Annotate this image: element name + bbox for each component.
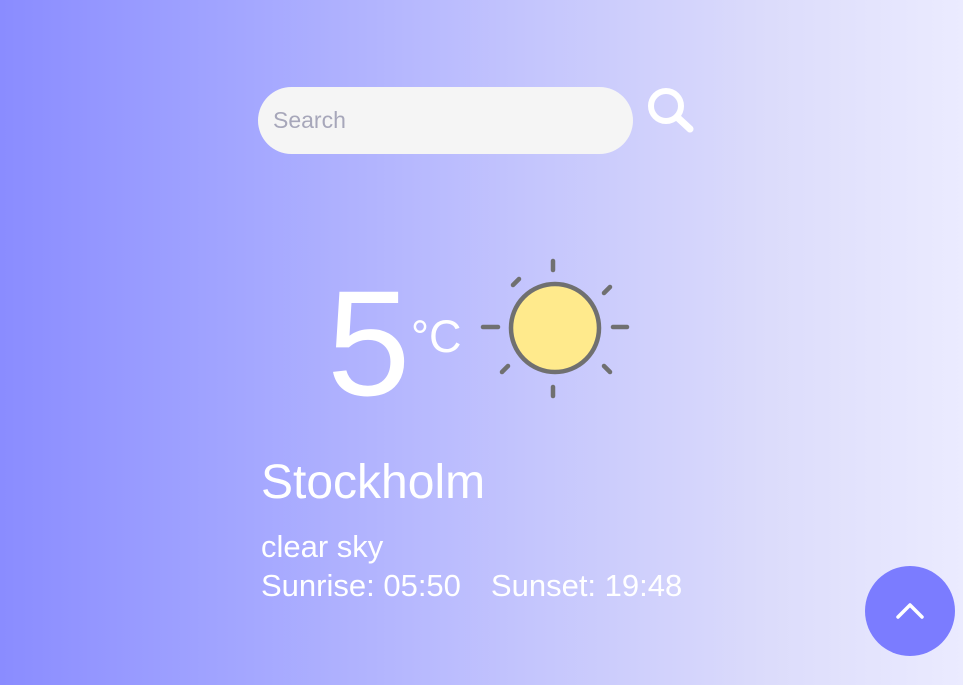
temperature-value: 5 <box>327 259 410 427</box>
search-button[interactable] <box>645 86 697 136</box>
temperature-unit: °C <box>411 311 462 362</box>
scroll-to-top-button[interactable] <box>865 566 955 656</box>
sunset-time: Sunset: 19:48 <box>490 568 683 603</box>
weather-description: clear sky <box>261 529 384 564</box>
sunrise-time: Sunrise: 05:50 <box>261 568 461 603</box>
search-box[interactable] <box>258 87 633 154</box>
search-input[interactable] <box>258 87 633 154</box>
sun-icon <box>478 255 633 402</box>
sun-times: Sunrise: 05:50 Sunset: 19:48 <box>261 567 682 605</box>
chevron-up-icon <box>896 603 924 619</box>
city-name: Stockholm <box>261 456 486 509</box>
search-icon <box>648 88 694 133</box>
